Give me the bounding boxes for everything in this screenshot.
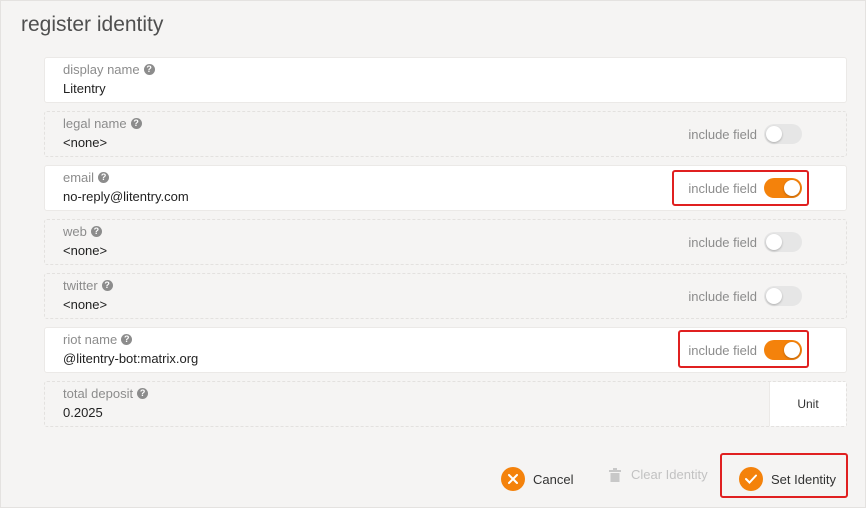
display-name-label: display name	[63, 62, 140, 77]
riot-name-value[interactable]: @litentry-bot:matrix.org	[63, 351, 198, 366]
close-icon	[501, 467, 525, 491]
help-icon[interactable]: ?	[101, 280, 113, 291]
display-name-field[interactable]: display name? Litentry	[44, 57, 847, 103]
legal-name-field[interactable]: legal name? <none> include field	[44, 111, 847, 157]
cancel-label: Cancel	[533, 471, 574, 487]
help-icon[interactable]: ?	[137, 388, 149, 399]
riot-name-label: riot name	[63, 332, 118, 347]
register-identity-modal: register identity display name? Litentry…	[0, 0, 866, 508]
riot-toggle-highlight	[678, 330, 809, 368]
set-identity-highlight	[720, 453, 848, 498]
toggle-knob	[766, 288, 782, 304]
help-icon[interactable]: ?	[98, 172, 110, 183]
email-toggle-highlight	[672, 170, 809, 206]
legal-name-value[interactable]: <none>	[63, 135, 107, 150]
help-icon[interactable]: ?	[121, 334, 133, 345]
twitter-label: twitter	[63, 278, 98, 293]
clear-identity-label: Clear Identity	[631, 467, 708, 482]
web-value[interactable]: <none>	[63, 243, 107, 258]
twitter-field[interactable]: twitter? <none> include field	[44, 273, 847, 319]
twitter-include-toggle[interactable]	[764, 286, 802, 306]
unit-label: Unit	[769, 382, 846, 426]
web-include-toggle[interactable]	[764, 232, 802, 252]
help-icon[interactable]: ?	[90, 226, 102, 237]
include-field-label: include field	[688, 288, 757, 304]
include-field-label: include field	[688, 234, 757, 250]
trash-icon	[607, 467, 623, 482]
total-deposit-field: total deposit? 0.2025 Unit	[44, 381, 847, 427]
web-label: web	[63, 224, 87, 239]
legal-name-include-toggle[interactable]	[764, 124, 802, 144]
help-icon[interactable]: ?	[130, 118, 142, 129]
legal-name-label: legal name	[63, 116, 127, 131]
include-field-label: include field	[688, 126, 757, 142]
total-deposit-label: total deposit	[63, 386, 134, 401]
clear-identity-button[interactable]: Clear Identity	[607, 467, 708, 482]
display-name-value[interactable]: Litentry	[63, 81, 106, 96]
twitter-value[interactable]: <none>	[63, 297, 107, 312]
email-value[interactable]: no-reply@litentry.com	[63, 189, 189, 204]
web-field[interactable]: web? <none> include field	[44, 219, 847, 265]
toggle-knob	[766, 234, 782, 250]
cancel-button[interactable]: Cancel	[501, 467, 573, 491]
toggle-knob	[766, 126, 782, 142]
total-deposit-value: 0.2025	[63, 405, 103, 420]
email-label: email	[63, 170, 95, 185]
modal-title: register identity	[21, 13, 164, 36]
help-icon[interactable]: ?	[143, 64, 155, 75]
